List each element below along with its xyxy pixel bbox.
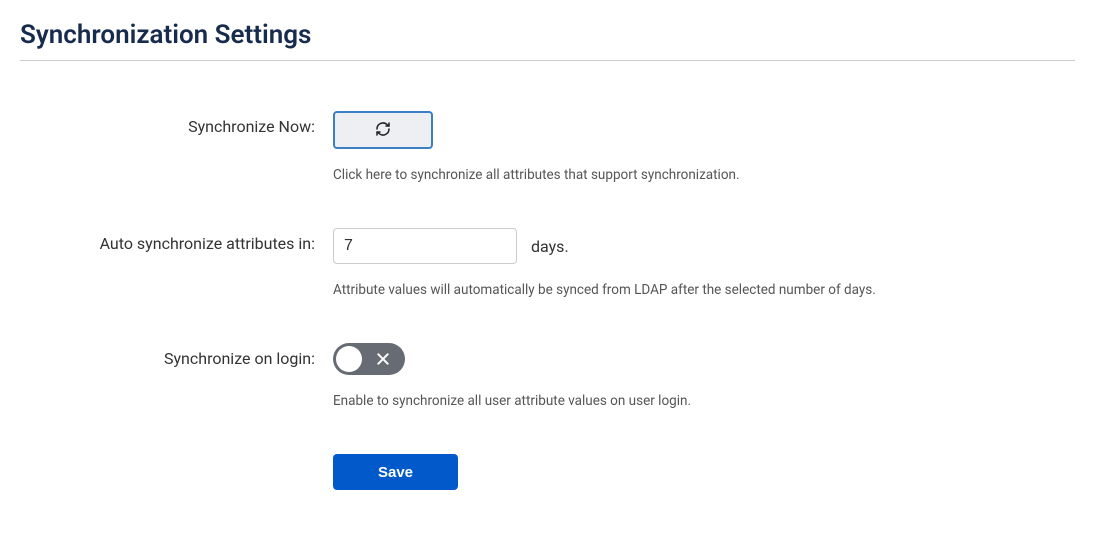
sync-now-help: Click here to synchronize all attributes… [333,167,1075,183]
close-icon [375,351,391,367]
auto-sync-days-input[interactable] [333,228,517,264]
auto-sync-label: Auto synchronize attributes in: [20,228,333,253]
sync-now-control: Click here to synchronize all attributes… [333,111,1075,183]
save-button[interactable]: Save [333,454,458,490]
sync-on-login-label: Synchronize on login: [20,343,333,368]
auto-sync-help: Attribute values will automatically be s… [333,282,1075,298]
sync-now-row: Synchronize Now: Click here to synchroni… [20,111,1075,183]
sync-on-login-row: Synchronize on login: Enable to synchron… [20,343,1075,409]
save-spacer [20,454,333,460]
sync-now-label: Synchronize Now: [20,111,333,136]
toggle-knob [336,346,362,372]
page-title: Synchronization Settings [20,20,1075,61]
sync-on-login-help: Enable to synchronize all user attribute… [333,393,1075,409]
sync-now-button[interactable] [333,111,433,149]
auto-sync-unit: days. [531,237,569,256]
sync-on-login-toggle[interactable] [333,343,405,375]
auto-sync-row: Auto synchronize attributes in: days. At… [20,228,1075,298]
refresh-icon [374,120,392,141]
save-row: Save [20,454,1075,490]
auto-sync-control: days. Attribute values will automaticall… [333,228,1075,298]
sync-on-login-control: Enable to synchronize all user attribute… [333,343,1075,409]
